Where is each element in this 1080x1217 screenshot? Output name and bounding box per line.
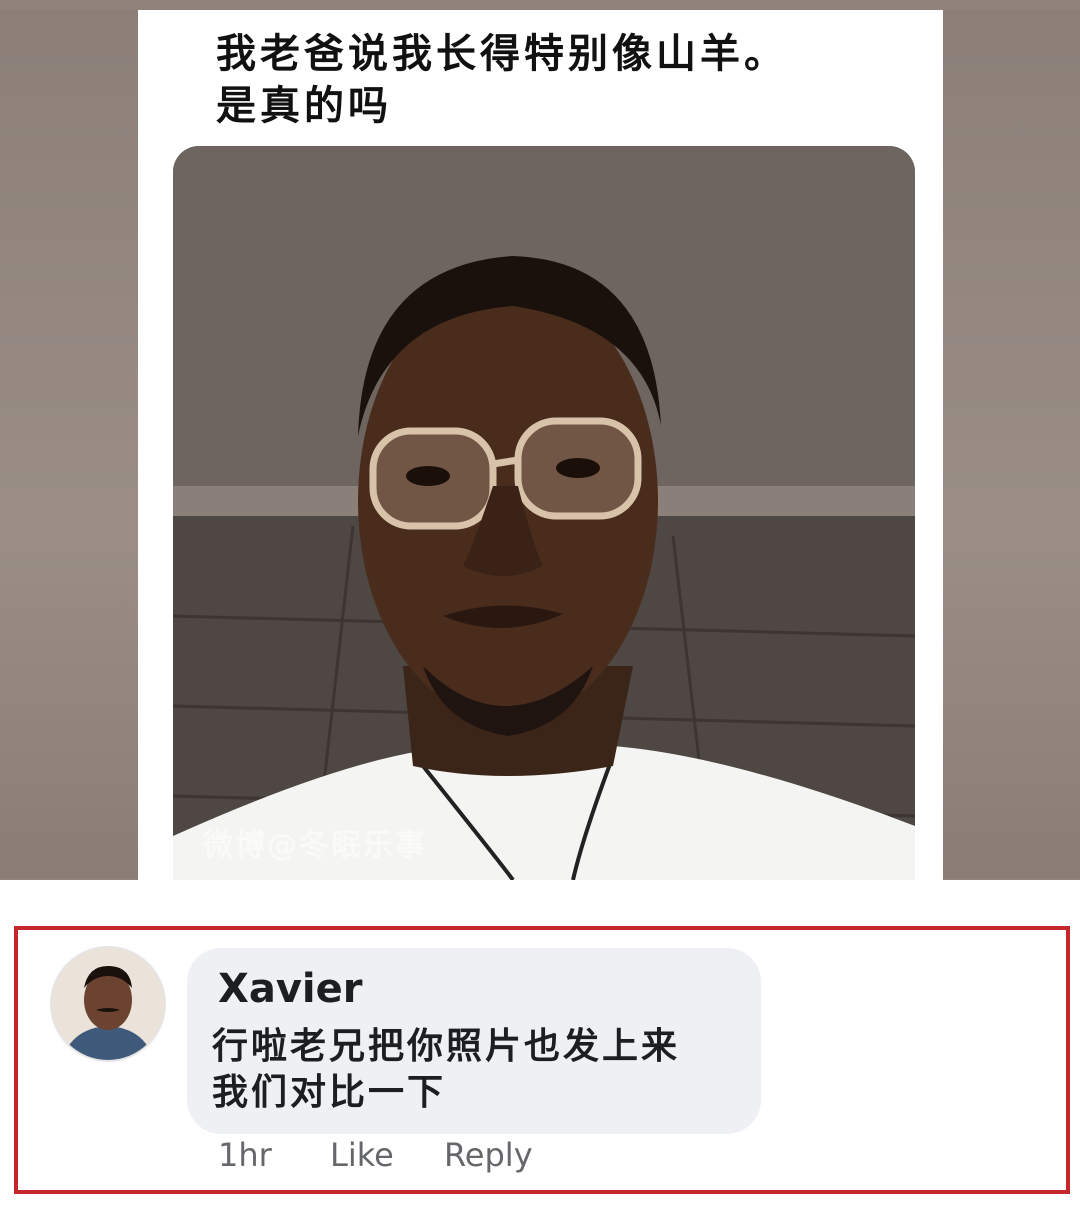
selfie-illustration [173, 146, 915, 880]
post-caption: 我老爸说我长得特别像山羊。 是真的吗 [216, 28, 876, 132]
commenter-avatar[interactable] [50, 946, 166, 1062]
background-left-strip [0, 10, 138, 878]
post-caption-line2: 是真的吗 [216, 83, 392, 129]
comment-text-line1: 行啦老兄把你照片也发上来 [212, 1026, 681, 1067]
post-photo[interactable]: 微博@冬眠乐事 [173, 146, 915, 880]
post-card: 我老爸说我长得特别像山羊。 是真的吗 微博@冬眠乐事 [138, 10, 943, 880]
comment-timestamp[interactable]: 1hr [218, 1136, 272, 1174]
like-button[interactable]: Like [330, 1136, 394, 1174]
post-caption-line1: 我老爸说我长得特别像山羊。 [216, 31, 788, 77]
avatar-portrait-icon [52, 948, 164, 1060]
comment-text-line2: 我们对比一下 [212, 1072, 447, 1113]
background-right-strip [942, 10, 1080, 878]
reply-button[interactable]: Reply [444, 1136, 533, 1174]
watermark-text: 微博@冬眠乐事 [203, 828, 427, 863]
comment-text: 行啦老兄把你照片也发上来 我们对比一下 [212, 1024, 752, 1116]
commenter-name[interactable]: Xavier [218, 966, 362, 1012]
